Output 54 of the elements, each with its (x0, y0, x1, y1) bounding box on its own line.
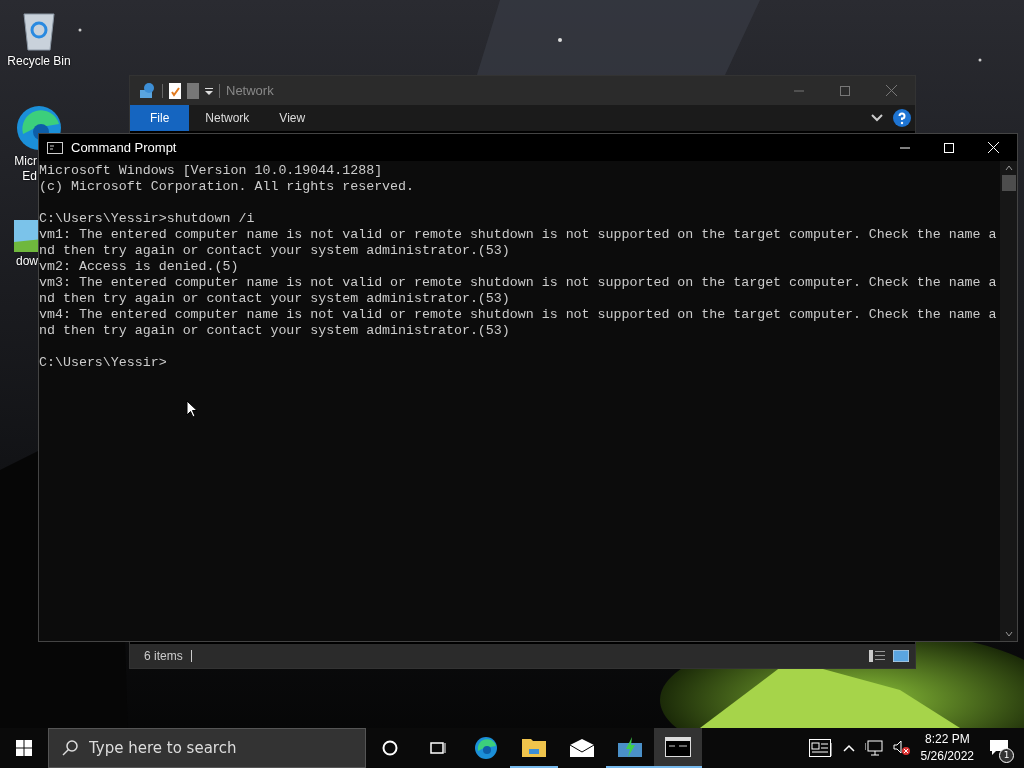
console-line: vm3: The entered computer name is not valid or remote shutdown is not supported on the target computer. Check the name a (39, 275, 998, 291)
desktop-icon-label: Micr (14, 154, 37, 169)
desktop-icon-label: Recycle Bin (7, 54, 71, 69)
console-line: Microsoft Windows [Version 10.0.19044.1288] (39, 163, 384, 179)
clock-time[interactable]: 8:22 PM (924, 731, 970, 748)
notification-icon (990, 740, 1008, 756)
scroll-down-icon[interactable] (1004, 631, 1013, 637)
console-line: nd then try again or contact your system administrator.(53) (39, 243, 511, 259)
help-icon[interactable] (893, 109, 911, 127)
ribbon-tab[interactable]: View (265, 105, 320, 131)
envelope-icon (570, 739, 594, 757)
window-title: Command Prompt (71, 140, 177, 155)
edge-icon (474, 736, 498, 760)
taskbar-app[interactable] (654, 728, 702, 768)
console-line: vm1: The entered computer name is not valid or remote shutdown is not supported on the target computer. Check the name a (39, 227, 998, 243)
console-line: C:\Users\Yessir> (39, 355, 168, 371)
console-line: (c) Microsoft Corporation. All rights reserved. (39, 179, 416, 195)
scroll-up-icon[interactable] (1004, 165, 1013, 171)
speaker-muted-icon[interactable] (892, 740, 911, 756)
console-line: vm2: Access is denied.(5) (39, 259, 240, 275)
ribbon-tab[interactable]: File (130, 105, 190, 131)
network-icon (138, 81, 156, 100)
network-icon[interactable] (864, 740, 883, 756)
desktop-icon-label: dow (16, 254, 38, 269)
properties-icon[interactable] (169, 82, 181, 99)
cursor-icon (186, 400, 198, 418)
desktop-icon-label: Ed (22, 169, 37, 184)
chevron-down-icon[interactable] (871, 114, 883, 122)
item-count: 6 items (144, 649, 183, 663)
console-line: vm4: The entered computer name is not valid or remote shutdown is not supported on the target computer. Check the name a (39, 307, 998, 323)
search-icon (62, 740, 78, 756)
details-view-icon[interactable] (869, 650, 885, 662)
search-field[interactable]: Type here to search (48, 728, 366, 768)
console-icon (47, 141, 63, 154)
notification-button[interactable]: 1 (984, 733, 1014, 763)
chevron-up-icon[interactable] (842, 744, 855, 752)
windows-icon (16, 740, 32, 756)
circle-icon (382, 740, 398, 756)
dropdown-icon[interactable] (205, 86, 213, 95)
scroll-thumb[interactable] (1001, 175, 1016, 191)
console-icon (665, 737, 691, 757)
console-line: nd then try again or contact your system administrator.(53) (39, 323, 511, 339)
clock-date[interactable]: 5/26/2022 (920, 748, 974, 765)
console-line: nd then try again or contact your system administrator.(53) (39, 291, 511, 307)
folder-icon (522, 737, 546, 757)
task-view-icon (429, 740, 447, 756)
window-title: Network (226, 83, 274, 98)
notification-count: 1 (999, 748, 1014, 763)
app-window-icon (618, 737, 642, 757)
ribbon-tab[interactable]: Network (191, 105, 264, 131)
news-icon[interactable] (808, 739, 833, 757)
console-line: C:\Users\Yessir>shutdown /i (39, 211, 256, 227)
document-icon[interactable] (187, 82, 199, 99)
scrollbar[interactable] (1000, 161, 1017, 641)
